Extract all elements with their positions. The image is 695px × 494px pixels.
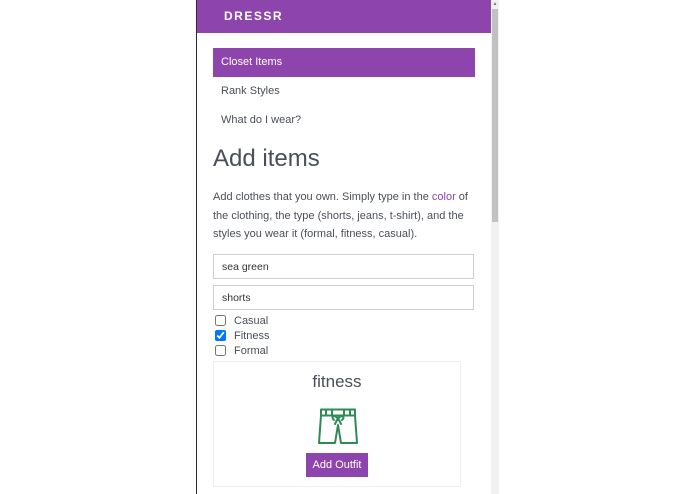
nav-item-closet-items[interactable]: Closet Items xyxy=(213,48,475,77)
nav-item-what-do-i-wear[interactable]: What do I wear? xyxy=(213,106,475,135)
intro-text-start: Add clothes that you own. Simply type in… xyxy=(213,191,432,203)
intro-color-word: color xyxy=(431,191,456,203)
style-option-fitness[interactable]: Fitness xyxy=(215,328,269,343)
shorts-icon xyxy=(318,408,358,451)
formal-checkbox[interactable] xyxy=(215,345,226,356)
style-option-casual[interactable]: Casual xyxy=(215,313,268,328)
type-input[interactable] xyxy=(213,285,474,310)
fitness-checkbox[interactable] xyxy=(215,330,226,341)
brand-logo[interactable]: DRESSR xyxy=(224,9,283,23)
scroll-up-arrow-icon[interactable]: ▲ xyxy=(491,1,499,7)
fitness-label: Fitness xyxy=(234,329,270,342)
card-style-title: fitness xyxy=(312,372,362,391)
style-option-formal[interactable]: Formal xyxy=(215,343,268,358)
color-input[interactable] xyxy=(213,254,474,279)
top-bar: DRESSR xyxy=(197,0,492,33)
casual-label: Casual xyxy=(234,314,269,327)
scrollbar-thumb[interactable] xyxy=(492,9,498,222)
nav-item-rank-styles[interactable]: Rank Styles xyxy=(213,77,475,106)
add-outfit-button[interactable]: Add Outfit xyxy=(306,453,368,477)
outfit-preview-card: fitness Add Outfit xyxy=(213,361,461,487)
nav-menu: Closet Items Rank Styles What do I wear? xyxy=(213,48,475,135)
intro-text: Add clothes that you own. Simply type in… xyxy=(213,188,475,244)
scrollbar[interactable]: ▲ xyxy=(491,0,499,494)
page-heading: Add items xyxy=(213,145,320,172)
casual-checkbox[interactable] xyxy=(215,315,226,326)
app-window: DRESSR Closet Items Rank Styles What do … xyxy=(196,0,492,494)
formal-label: Formal xyxy=(234,344,269,357)
